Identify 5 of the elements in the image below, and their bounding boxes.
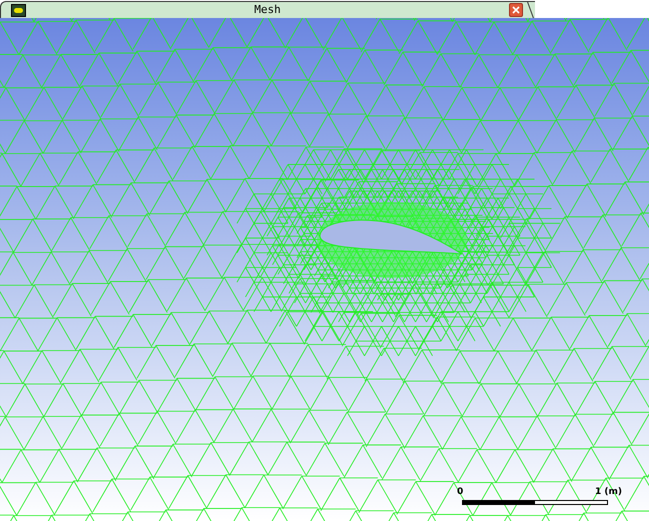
app-icon xyxy=(11,4,26,16)
close-icon xyxy=(512,6,520,14)
close-button[interactable] xyxy=(509,3,523,17)
window-tab[interactable]: Mesh xyxy=(0,1,535,18)
window-title: Mesh xyxy=(254,2,281,18)
